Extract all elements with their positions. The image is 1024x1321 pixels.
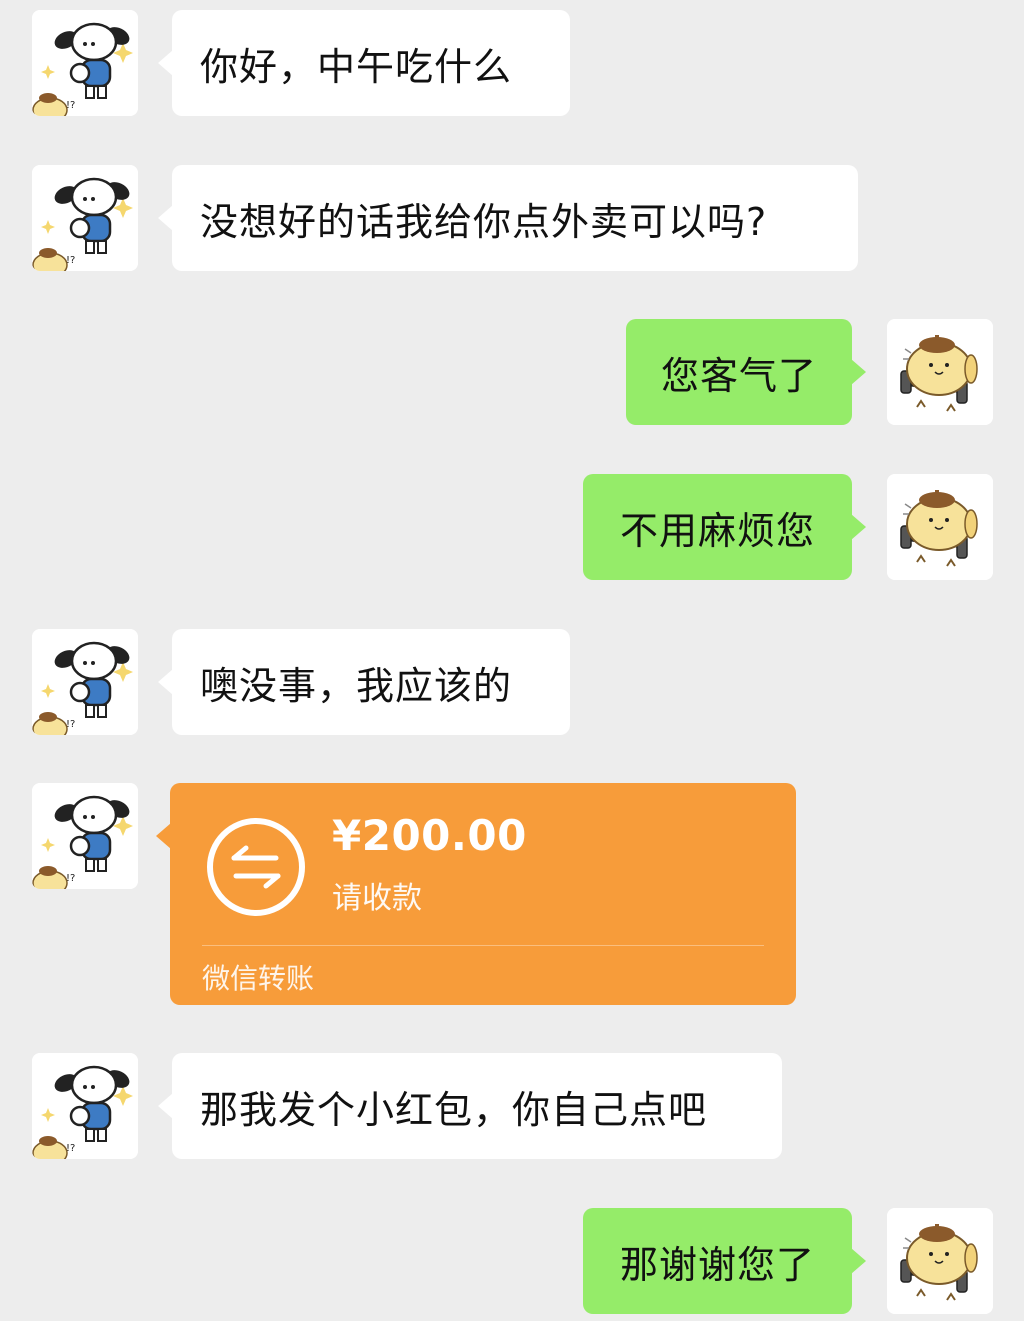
transfer-note: 请收款 (332, 881, 422, 916)
message-text: 那我发个小红包，你自己点吧 (200, 1087, 708, 1132)
message-text: 您客气了 (660, 353, 817, 398)
dog-character-icon (32, 629, 138, 735)
message-bubble-incoming[interactable]: 你好，中午吃什么 (158, 10, 570, 116)
message-bubble-outgoing[interactable]: 您客气了 (626, 319, 866, 425)
contact-avatar[interactable] (32, 783, 138, 889)
self-avatar[interactable] (887, 319, 993, 425)
transfer-card[interactable]: ¥200.00 请收款 微信转账 (156, 783, 796, 1005)
dog-character-icon (32, 10, 138, 116)
transfer-footer-label: 微信转账 (202, 962, 315, 995)
contact-avatar[interactable] (32, 10, 138, 116)
message-bubble-outgoing[interactable]: 那谢谢您了 (583, 1208, 866, 1314)
contact-avatar[interactable] (32, 165, 138, 271)
message-bubble-outgoing[interactable]: 不用麻烦您 (583, 474, 866, 580)
pudding-character-icon (887, 474, 993, 580)
self-avatar[interactable] (887, 1208, 993, 1314)
message-text: 噢没事，我应该的 (200, 663, 513, 708)
transfer-arrows-icon (207, 818, 305, 916)
dog-character-icon (32, 165, 138, 271)
contact-avatar[interactable] (32, 1053, 138, 1159)
transfer-amount: ¥200.00 (332, 811, 527, 860)
message-text: 那谢谢您了 (619, 1242, 815, 1287)
message-bubble-incoming[interactable]: 那我发个小红包，你自己点吧 (158, 1053, 782, 1159)
contact-avatar[interactable] (32, 629, 138, 735)
message-bubble-incoming[interactable]: 噢没事，我应该的 (158, 629, 570, 735)
self-avatar[interactable] (887, 474, 993, 580)
dog-character-icon (32, 1053, 138, 1159)
divider (202, 945, 764, 946)
message-bubble-incoming[interactable]: 没想好的话我给你点外卖可以吗? (158, 165, 858, 271)
message-text: 你好，中午吃什么 (200, 44, 513, 89)
pudding-character-icon (887, 1208, 993, 1314)
dog-character-icon (32, 783, 138, 889)
pudding-character-icon (887, 319, 993, 425)
message-text: 没想好的话我给你点外卖可以吗? (200, 199, 768, 244)
message-text: 不用麻烦您 (619, 508, 815, 553)
